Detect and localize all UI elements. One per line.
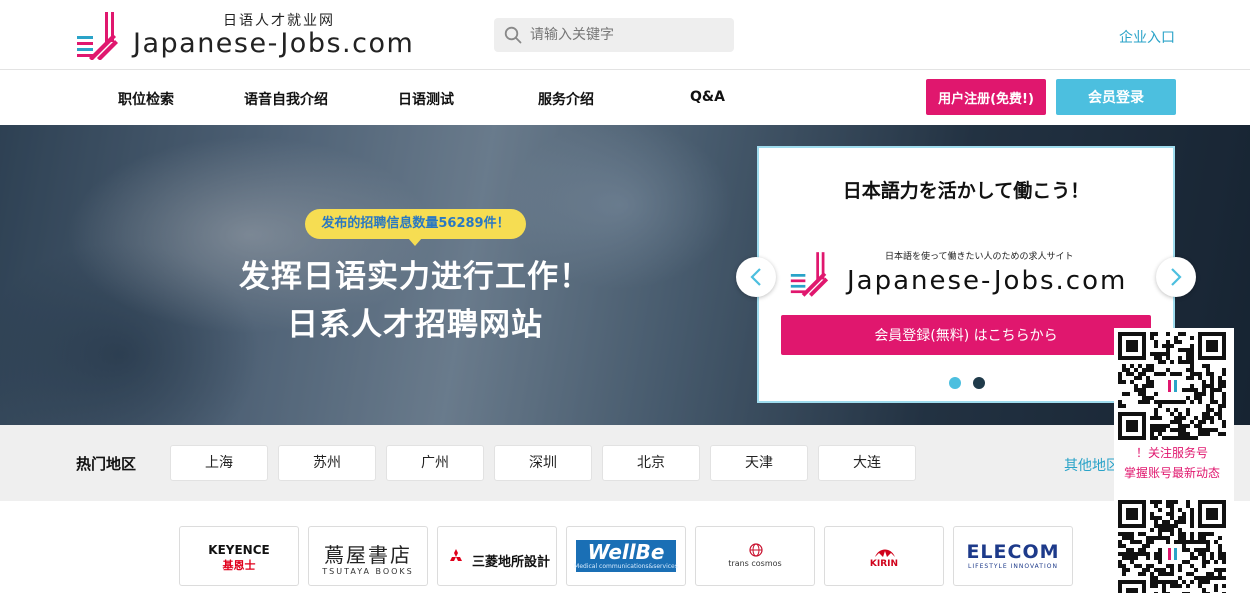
logo-mark-icon: [77, 12, 118, 60]
slide-logo-wordmark: Japanese-Jobs.com: [847, 266, 1128, 296]
badge-pointer: [408, 238, 422, 246]
member-register-button[interactable]: 会員登録(無料) はこちらから: [781, 315, 1151, 355]
logo-mark-icon: [790, 252, 829, 297]
qr-caption-line2: 掌握账号最新动态: [1123, 466, 1220, 480]
company-name: WellBe: [587, 540, 665, 564]
region-tianjin[interactable]: 天津: [710, 445, 808, 481]
qr-caption-line1: ！关注服务号: [1135, 446, 1208, 460]
slide-dot-1[interactable]: [949, 377, 961, 389]
hot-regions-title: 热门地区: [76, 455, 137, 473]
slide-tagline: 日本語を使って働きたい人のための求人サイト: [885, 252, 1074, 262]
company-name: ELECOM: [966, 541, 1060, 563]
company-logo-tsutaya[interactable]: 蔦屋書店 TSUTAYA BOOKS: [308, 526, 428, 586]
search-input[interactable]: [530, 18, 726, 52]
corporate-entry-link[interactable]: 企业入口: [1119, 27, 1175, 47]
company-logo-elecom[interactable]: ELECOM LIFESTYLE INNOVATION: [953, 526, 1073, 586]
hero-headline: 发挥日语实力进行工作！: [239, 259, 591, 295]
register-button[interactable]: 用户注册(免费!): [926, 79, 1046, 115]
logo-subtitle: 日语人才就业网: [223, 13, 335, 29]
hero-subheadline: 日系人才招聘网站: [287, 307, 543, 343]
nav-item-services[interactable]: 服务介绍: [538, 89, 594, 109]
nav-item-job-search[interactable]: 职位检索: [118, 89, 174, 109]
region-beijing[interactable]: 北京: [602, 445, 700, 481]
company-logo-transcosmos[interactable]: trans cosmos: [695, 526, 815, 586]
kirin-emblem-icon: [875, 549, 895, 557]
site-logo[interactable]: 日语人才就业网 Japanese-Jobs.com: [75, 8, 435, 64]
login-button[interactable]: 会员登录: [1056, 79, 1176, 115]
region-shanghai[interactable]: 上海: [170, 445, 268, 481]
chevron-right-icon: [1171, 268, 1182, 286]
qr-code-icon[interactable]: [1118, 500, 1226, 593]
other-regions-link[interactable]: 其他地区: [1064, 455, 1120, 475]
company-logo-mitsubishi[interactable]: 三菱地所設計: [437, 526, 557, 586]
promo-slide-card: 日本語力を活かして働こう！ 日本語を使って働きたい人のための求人サイト Japa…: [757, 146, 1175, 403]
company-name: KIRIN: [869, 559, 899, 569]
region-shenzhen[interactable]: 深圳: [494, 445, 592, 481]
hot-regions-bar: 热门地区 上海 苏州 广州 深圳 北京 天津 大连 其他地区: [0, 425, 1250, 501]
company-name: trans cosmos: [728, 559, 782, 568]
company-sub: 基恩士: [222, 559, 256, 572]
company-sub: Medical communications&services: [574, 563, 678, 570]
nav-item-qa[interactable]: Q&A: [690, 89, 725, 105]
company-sub: TSUTAYA BOOKS: [322, 567, 414, 576]
header: 日语人才就业网 Japanese-Jobs.com 企业入口: [0, 0, 1250, 70]
company-name: 三菱地所設計: [471, 555, 550, 570]
chevron-left-icon: [750, 268, 761, 286]
company-logo-kirin[interactable]: KIRIN: [824, 526, 944, 586]
qr-code-icon[interactable]: [1118, 332, 1226, 440]
slide-next-button[interactable]: [1156, 257, 1196, 297]
search-box[interactable]: [494, 18, 734, 52]
company-logo-keyence[interactable]: KEYENCE 基恩士: [179, 526, 299, 586]
company-sub: LIFESTYLE INNOVATION: [968, 563, 1058, 570]
transcosmos-globe-icon: [749, 543, 763, 557]
job-count-badge: 发布的招聘信息数量56289件！: [305, 209, 526, 239]
logo-wordmark: Japanese-Jobs.com: [133, 28, 415, 59]
main-nav: 职位检索 语音自我介绍 日语测试 服务介绍 Q&A 用户注册(免费!) 会员登录: [0, 71, 1250, 125]
slide-dot-2[interactable]: [973, 377, 985, 389]
slide-prev-button[interactable]: [736, 257, 776, 297]
nav-item-japanese-test[interactable]: 日语测试: [398, 89, 454, 109]
company-name: KEYENCE: [208, 543, 270, 557]
nav-item-voice-intro[interactable]: 语音自我介绍: [244, 89, 328, 109]
company-logo-wellbe[interactable]: WellBe Medical communications&services: [566, 526, 686, 586]
search-icon: [504, 26, 522, 44]
region-guangzhou[interactable]: 广州: [386, 445, 484, 481]
slide-title: 日本語力を活かして働こう！: [842, 180, 1090, 202]
region-dalian[interactable]: 大连: [818, 445, 916, 481]
region-suzhou[interactable]: 苏州: [278, 445, 376, 481]
qr-code-panel: ！关注服务号 掌握账号最新动态: [1114, 328, 1234, 593]
company-name: 蔦屋書店: [324, 543, 412, 567]
